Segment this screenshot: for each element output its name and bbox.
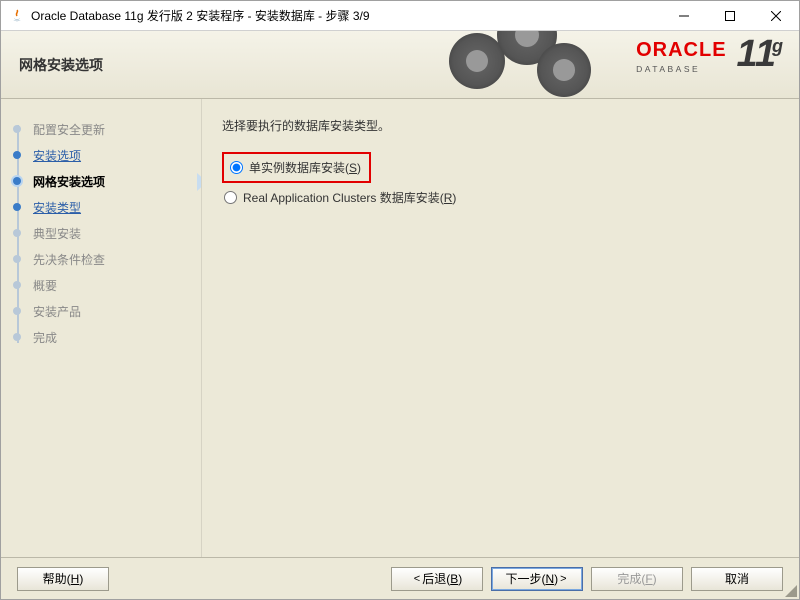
installer-window: Oracle Database 11g 发行版 2 安装程序 - 安装数据库 -…: [0, 0, 800, 600]
step-install-options[interactable]: 安装选项: [27, 143, 193, 169]
step-grid-install-options: 网格安装选项: [27, 169, 193, 195]
radio-single-instance-input[interactable]: [230, 161, 243, 174]
back-button[interactable]: < 后退(B): [391, 567, 483, 591]
step-install-type[interactable]: 安装类型: [27, 195, 193, 221]
header-graphics: ORACLE DATABASE 11g: [439, 31, 799, 99]
finish-button: 完成(F): [591, 567, 683, 591]
step-label: 典型安装: [33, 227, 81, 241]
step-label: 安装类型: [33, 201, 81, 215]
step-summary: 概要: [27, 273, 193, 299]
step-configure-security-updates: 配置安全更新: [27, 117, 193, 143]
minimize-button[interactable]: [661, 1, 707, 30]
step-dot-icon: [13, 229, 21, 237]
window-controls: [661, 1, 799, 30]
step-dot-icon: [13, 203, 21, 211]
step-list: 配置安全更新 安装选项 网格安装选项 安装类型 典型安装: [27, 117, 193, 351]
step-dot-icon: [13, 125, 21, 133]
window-title: Oracle Database 11g 发行版 2 安装程序 - 安装数据库 -…: [31, 7, 661, 24]
radio-rac-install[interactable]: Real Application Clusters 数据库安装(R): [222, 189, 779, 206]
cancel-button[interactable]: 取消: [691, 567, 783, 591]
instruction-text: 选择要执行的数据库安装类型。: [222, 117, 779, 134]
step-finish: 完成: [27, 325, 193, 351]
content-pane: 选择要执行的数据库安装类型。 单实例数据库安装(S) Real Applicat…: [201, 99, 799, 557]
step-label: 安装选项: [33, 149, 81, 163]
radio-label: Real Application Clusters 数据库安装(R): [243, 189, 456, 206]
help-button[interactable]: 帮助(H): [17, 567, 109, 591]
chevron-right-icon: >: [560, 573, 566, 585]
body: 配置安全更新 安装选项 网格安装选项 安装类型 典型安装: [1, 99, 799, 557]
logo-brand: ORACLE: [636, 39, 726, 62]
step-dot-icon: [13, 281, 21, 289]
oracle-logo: ORACLE DATABASE 11g: [636, 39, 783, 74]
close-button[interactable]: [753, 1, 799, 30]
step-prereq-check: 先决条件检查: [27, 247, 193, 273]
step-label: 概要: [33, 279, 57, 293]
step-typical-install: 典型安装: [27, 221, 193, 247]
wizard-sidebar: 配置安全更新 安装选项 网格安装选项 安装类型 典型安装: [1, 99, 201, 557]
step-dot-icon: [13, 255, 21, 263]
step-dot-icon: [13, 151, 21, 159]
step-label: 安装产品: [33, 305, 81, 319]
step-label: 网格安装选项: [33, 175, 105, 189]
annotation-highlight: 单实例数据库安装(S): [222, 152, 371, 183]
radio-single-instance[interactable]: 单实例数据库安装(S): [228, 159, 361, 176]
gears-icon: [439, 31, 609, 99]
button-bar: 帮助(H) < 后退(B) 下一步(N) > 完成(F) 取消: [1, 557, 799, 599]
titlebar: Oracle Database 11g 发行版 2 安装程序 - 安装数据库 -…: [1, 1, 799, 31]
step-install-product: 安装产品: [27, 299, 193, 325]
step-dot-icon: [13, 307, 21, 315]
logo-version: 11g: [737, 37, 783, 71]
radio-rac-install-input[interactable]: [224, 191, 237, 204]
chevron-left-icon: <: [414, 573, 420, 585]
step-label: 完成: [33, 331, 57, 345]
page-title: 网格安装选项: [19, 55, 103, 75]
step-dot-icon: [13, 333, 21, 341]
java-icon: [9, 8, 25, 24]
step-label: 配置安全更新: [33, 123, 105, 137]
next-button[interactable]: 下一步(N) >: [491, 567, 583, 591]
logo-sub: DATABASE: [636, 64, 726, 74]
header-banner: 网格安装选项 ORACLE DATABASE 11g: [1, 31, 799, 99]
resize-grip-icon[interactable]: [783, 583, 797, 597]
step-label: 先决条件检查: [33, 253, 105, 267]
maximize-button[interactable]: [707, 1, 753, 30]
step-dot-icon: [13, 177, 21, 185]
radio-label: 单实例数据库安装(S): [249, 159, 361, 176]
